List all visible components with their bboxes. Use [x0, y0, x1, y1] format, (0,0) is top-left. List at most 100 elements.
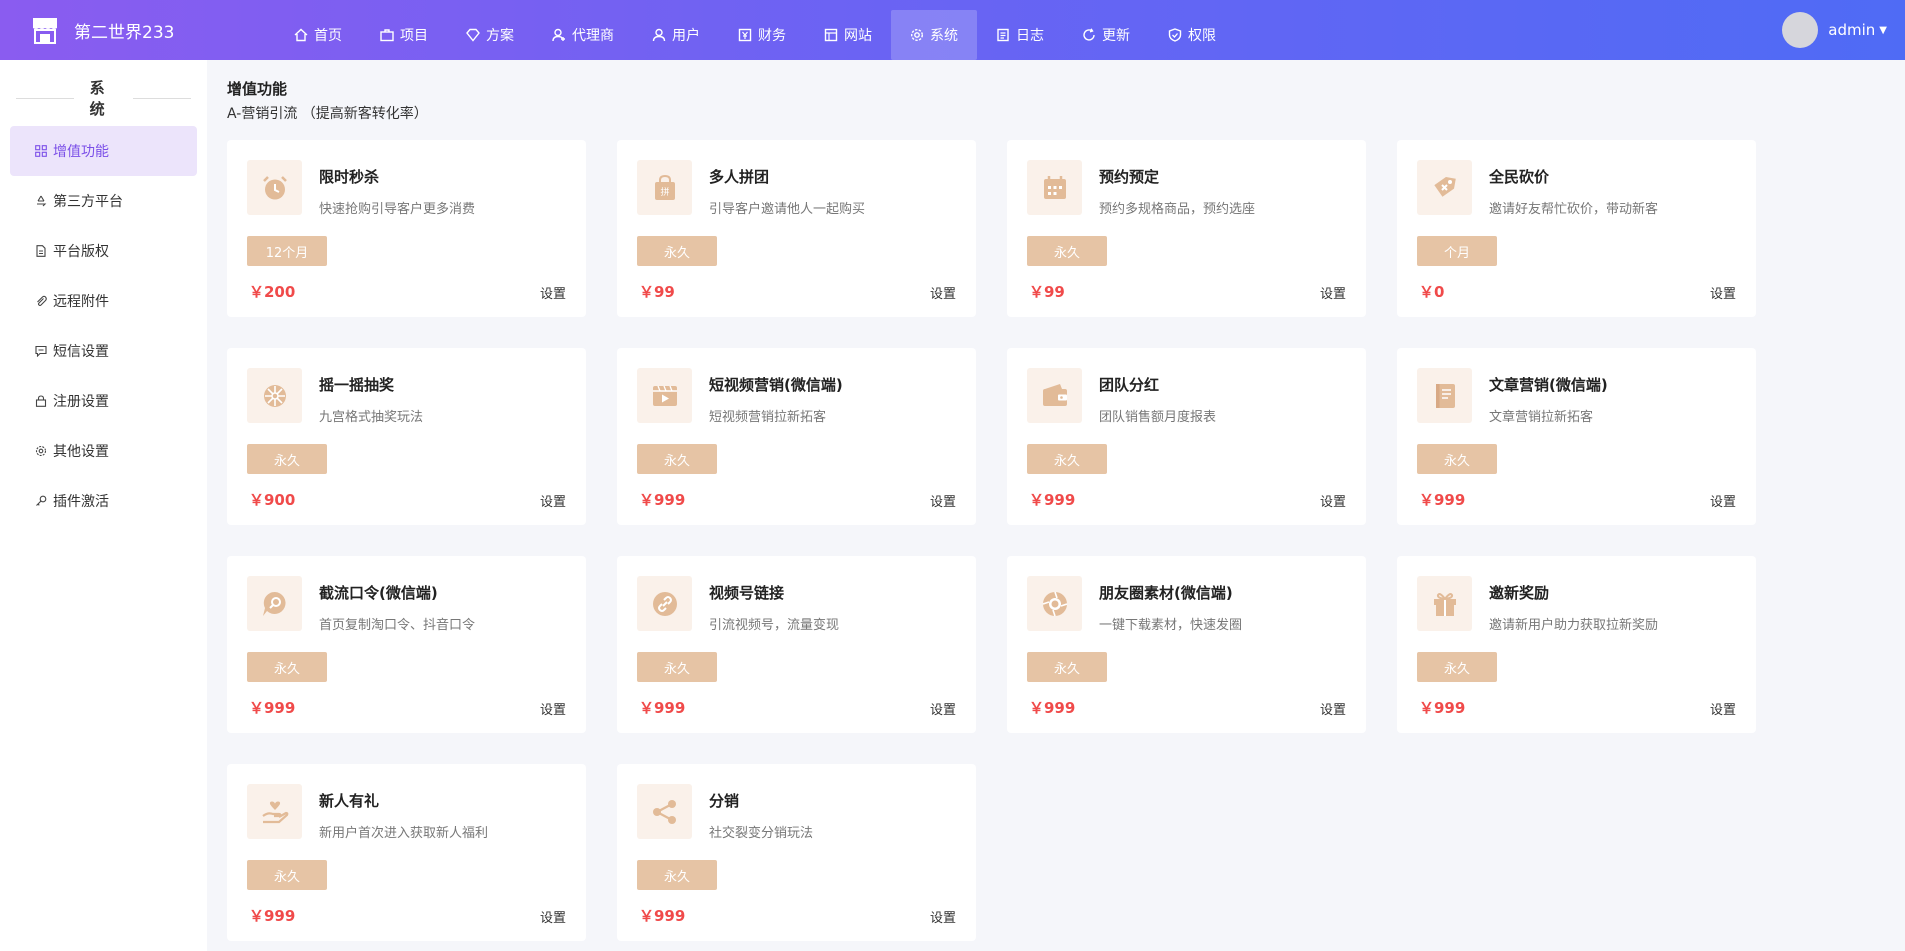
gear-icon [910, 28, 924, 42]
user-menu[interactable]: admin ▼ [1782, 0, 1887, 60]
feature-card-invite-reward: 邀新奖励 邀请新用户助力获取拉新奖励 永久 ￥999 设置 [1397, 556, 1756, 733]
sidebar-item-label: 插件激活 [53, 494, 109, 510]
settings-link[interactable]: 设置 [930, 283, 956, 302]
nav-users[interactable]: 用户 [633, 10, 719, 60]
feature-name: 朋友圈素材(微信端) [1099, 584, 1233, 602]
sidebar-item-label: 第三方平台 [53, 194, 123, 210]
duration-badge: 永久 [1417, 652, 1497, 682]
feature-price: ￥999 [639, 907, 686, 925]
feature-name: 短视频营销(微信端) [709, 376, 843, 394]
settings-link[interactable]: 设置 [540, 491, 566, 510]
feature-price: ￥200 [249, 283, 296, 301]
settings-link[interactable]: 设置 [1320, 699, 1346, 718]
duration-badge: 个月 [1417, 236, 1497, 266]
sidebar-title: 系统 [0, 78, 207, 118]
feature-card-team-dividend: 团队分红 团队销售额月度报表 永久 ￥999 设置 [1007, 348, 1366, 525]
feature-name: 摇一摇抽奖 [319, 376, 395, 394]
refresh-icon [1083, 28, 1095, 41]
settings-link[interactable]: 设置 [1320, 491, 1346, 510]
nav-agents[interactable]: 代理商 [533, 10, 633, 60]
nav-update[interactable]: 更新 [1063, 10, 1149, 60]
svg-text:拼: 拼 [660, 186, 669, 198]
avatar[interactable] [1782, 12, 1819, 48]
sidebar-item-label: 平台版权 [53, 244, 109, 260]
duration-badge: 永久 [247, 444, 327, 474]
nav-projects[interactable]: 项目 [361, 10, 447, 60]
feature-price: ￥999 [249, 907, 296, 925]
settings-link[interactable]: 设置 [1710, 699, 1736, 718]
settings-link[interactable]: 设置 [930, 907, 956, 926]
sidebar-item-third-party[interactable]: 第三方平台 [10, 176, 197, 226]
shopping-bag-icon: 拼 [637, 160, 692, 215]
recycle-icon [37, 195, 47, 207]
calendar-icon [1027, 160, 1082, 215]
sidebar-item-copyright[interactable]: 平台版权 [10, 226, 197, 276]
settings-link[interactable]: 设置 [540, 907, 566, 926]
feature-card-shake-lottery: 摇一摇抽奖 九宫格式抽奖玩法 永久 ￥900 设置 [227, 348, 586, 525]
page-title: 增值功能 [227, 80, 288, 98]
feature-card-intercept-code: 截流口令(微信端) 首页复制淘口令、抖音口令 永久 ￥999 设置 [227, 556, 586, 733]
feature-desc: 邀请好友帮忙砍价，带动新客 [1489, 202, 1659, 217]
sidebar: 系统 增值功能 第三方平台 平台版权 远程附件 短信设置 注册设置 其他设置 插… [0, 60, 207, 951]
sidebar-menu: 增值功能 第三方平台 平台版权 远程附件 短信设置 注册设置 其他设置 插件激活 [0, 126, 207, 526]
feature-name: 邀新奖励 [1489, 584, 1550, 602]
nav-website[interactable]: 网站 [805, 10, 891, 60]
feature-card-bargain: 全民砍价 邀请好友帮忙砍价，带动新客 个月 ￥0 设置 [1397, 140, 1756, 317]
settings-link[interactable]: 设置 [1320, 283, 1346, 302]
feature-name: 截流口令(微信端) [319, 584, 438, 602]
duration-badge: 永久 [1027, 236, 1107, 266]
sidebar-item-plugin-activation[interactable]: 插件激活 [10, 476, 197, 526]
paperclip-icon [37, 295, 47, 307]
nav-finance[interactable]: 财务 [719, 10, 805, 60]
hand-heart-icon [247, 784, 302, 839]
settings-link[interactable]: 设置 [930, 699, 956, 718]
feature-price: ￥999 [1419, 491, 1466, 509]
settings-link[interactable]: 设置 [540, 699, 566, 718]
store-logo-icon [33, 18, 57, 44]
diamond-icon [466, 28, 480, 42]
nav-label: 财务 [758, 28, 786, 44]
sidebar-item-other[interactable]: 其他设置 [10, 426, 197, 476]
sidebar-item-value-added[interactable]: 增值功能 [10, 126, 197, 176]
key-icon [36, 495, 47, 506]
nav-plans[interactable]: 方案 [447, 10, 533, 60]
sidebar-item-sms[interactable]: 短信设置 [10, 326, 197, 376]
nav-label: 项目 [400, 28, 428, 44]
sidebar-item-registration[interactable]: 注册设置 [10, 376, 197, 426]
feature-desc: 一键下载素材，快速发圈 [1099, 618, 1243, 633]
feature-price: ￥999 [1029, 699, 1076, 717]
feature-name: 视频号链接 [709, 584, 785, 602]
brand[interactable]: 第二世界233 [0, 0, 275, 60]
settings-link[interactable]: 设置 [930, 491, 956, 510]
nav-system[interactable]: 系统 [891, 10, 977, 60]
feature-name: 团队分红 [1099, 376, 1160, 394]
nav-label: 日志 [1016, 28, 1044, 44]
alarm-clock-icon [247, 160, 302, 215]
feature-card-channel-link: 视频号链接 引流视频号，流量变现 永久 ￥999 设置 [617, 556, 976, 733]
divider [16, 97, 74, 99]
settings-link[interactable]: 设置 [1710, 283, 1736, 302]
settings-link[interactable]: 设置 [1710, 491, 1736, 510]
price-tag-icon [1417, 160, 1472, 215]
nav-logs[interactable]: 日志 [977, 10, 1063, 60]
feature-desc: 首页复制淘口令、抖音口令 [319, 618, 476, 633]
feature-price: ￥999 [639, 491, 686, 509]
main-nav: 首页 项目 方案 代理商 用户 财务 网站 系统 日志 更新 权限 [275, 0, 1235, 60]
feature-price: ￥900 [249, 491, 296, 509]
link-icon [637, 576, 692, 631]
feature-name: 分销 [709, 792, 740, 810]
nav-home[interactable]: 首页 [275, 10, 361, 60]
nav-permissions[interactable]: 权限 [1149, 10, 1235, 60]
feature-desc: 邀请新用户助力获取拉新奖励 [1489, 618, 1659, 633]
nav-label: 代理商 [572, 28, 614, 44]
feature-card-moments-material: 朋友圈素材(微信端) 一键下载素材，快速发圈 永久 ￥999 设置 [1007, 556, 1366, 733]
agent-icon [552, 28, 565, 42]
feature-price: ￥999 [639, 699, 686, 717]
feature-price: ￥999 [249, 699, 296, 717]
settings-link[interactable]: 设置 [540, 283, 566, 302]
file-icon [36, 245, 46, 257]
nav-label: 权限 [1188, 28, 1216, 44]
duration-badge: 永久 [637, 444, 717, 474]
lock-icon [35, 395, 47, 407]
sidebar-item-remote-attachment[interactable]: 远程附件 [10, 276, 197, 326]
